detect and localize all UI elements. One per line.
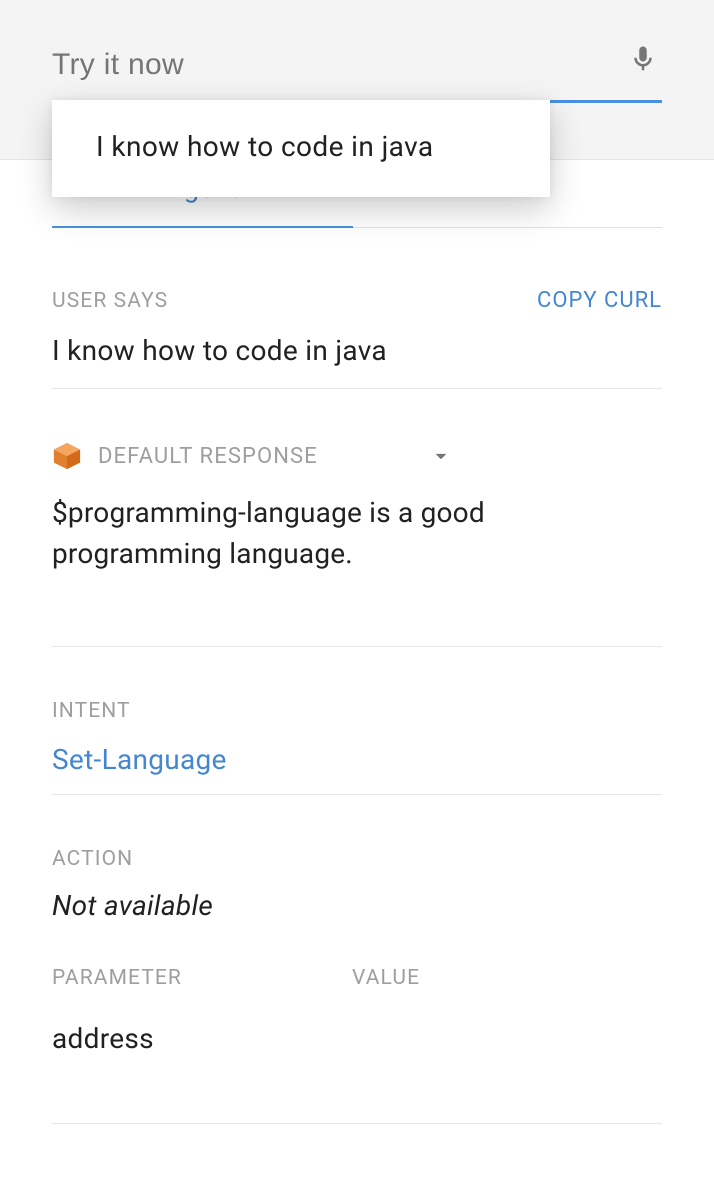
default-response-label: DEFAULT RESPONSE xyxy=(98,444,318,469)
intent-link[interactable]: Set-Language xyxy=(52,743,662,776)
user-says-text: I know how to code in java xyxy=(52,331,662,370)
default-response-text: $programming-language is a good programm… xyxy=(52,493,662,574)
divider xyxy=(52,1123,662,1124)
value-header: VALUE xyxy=(352,966,420,990)
copy-curl-link[interactable]: COPY CURL xyxy=(537,288,662,313)
action-label: ACTION xyxy=(52,847,662,871)
divider xyxy=(52,646,662,647)
try-it-now-input[interactable] xyxy=(52,42,662,103)
response-cube-icon xyxy=(52,441,82,471)
divider xyxy=(52,794,662,795)
divider xyxy=(52,388,662,389)
tab-underline xyxy=(52,226,353,228)
action-text: Not available xyxy=(52,889,662,922)
parameter-name: address xyxy=(52,1022,662,1055)
chevron-down-icon[interactable] xyxy=(428,443,454,469)
microphone-icon[interactable] xyxy=(628,44,658,78)
autocomplete-dropdown: I know how to code in java xyxy=(52,100,550,197)
parameter-header: PARAMETER xyxy=(52,966,352,990)
search-bar: I know how to code in java xyxy=(0,0,714,160)
intent-label: INTENT xyxy=(52,699,662,723)
dropdown-item[interactable]: I know how to code in java xyxy=(52,100,550,197)
user-says-label: USER SAYS xyxy=(52,289,168,313)
